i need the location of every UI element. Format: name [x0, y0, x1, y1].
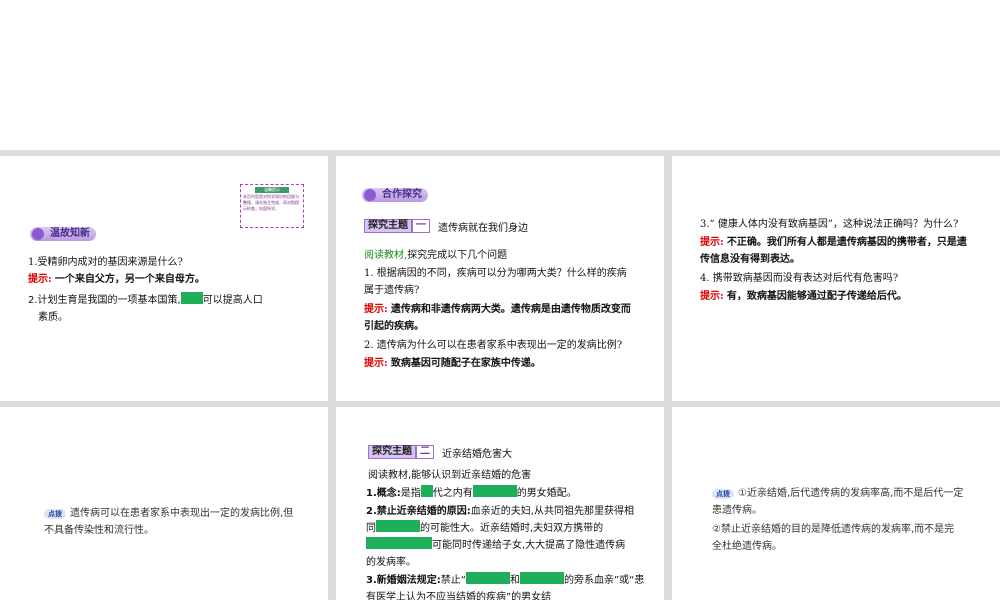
hint-label: 提示:	[700, 291, 724, 302]
topic-number: 一	[412, 219, 430, 233]
hint-1: 提示: 遗传病和非遗传病两大类。遗传病是由遗传物质改变而引起的疾病。	[364, 301, 634, 335]
tip-note-title: 温馨提示	[255, 187, 289, 193]
hint-text: 致病基因可随配子在家族中传递。	[390, 358, 541, 369]
topic-header-1: 探究主题一 遗传病就在我们身边	[364, 219, 528, 234]
tip-note-body: 本页内容是对所学知识的回顾与整理，请先独立完成，再对照提示检查，巩固所学。	[243, 194, 299, 211]
question-3: 3.“ 健康人体内没有致病基因”，这种说法正确吗？为什么?	[700, 219, 959, 230]
section-label-cooperate: 合作探究	[362, 188, 428, 202]
point-text: 遗传病可以在患者家系中表现出一定的发病比例,但不具备传染性和流行性。	[44, 508, 294, 536]
hint-3: 提示: 不正确。我们所有人都是遗传病基因的携带者，只是遗传信息没有得到表达。	[700, 234, 968, 268]
topic-title: 近亲结婚危害大	[442, 448, 512, 460]
hint-text: 不正确。我们所有人都是遗传病基因的携带者，只是遗传信息没有得到表达。	[700, 237, 967, 265]
section-label-review: 温故知新	[30, 227, 96, 241]
question-2: 2. 遗传病为什么可以在患者家系中表现出一定的发病比例?	[364, 340, 623, 351]
answer-blank	[376, 520, 420, 532]
item-text-a: 禁止“	[440, 575, 466, 586]
hint-text: 有，致病基因能够通过配子传递给后代。	[726, 291, 907, 302]
top-blank-area	[0, 0, 1000, 150]
point-badge: 点拨	[44, 509, 66, 519]
slide-thumbnail-4[interactable]: 点拨 遗传病可以在患者家系中表现出一定的发病比例,但不具备传染性和流行性。	[0, 407, 328, 600]
tip-note: 温馨提示 本页内容是对所学知识的回顾与整理，请先独立完成，再对照提示检查，巩固所…	[240, 184, 304, 228]
answer-blank	[180, 292, 203, 304]
question-2: 2.计划生育是我国的一项基本国策, 可以提高人口	[28, 292, 308, 309]
hint-text: 一个来自父方，另一个来自母方。	[54, 274, 205, 285]
hint-label: 提示:	[28, 274, 52, 285]
topic-header-2: 探究主题二 近亲结婚危害大	[368, 445, 512, 460]
topic-label: 探究主题	[368, 445, 416, 459]
answer-blank	[366, 537, 432, 549]
slide-thumbnail-grid: 温馨提示 本页内容是对所学知识的回顾与整理，请先独立完成，再对照提示检查，巩固所…	[0, 150, 1000, 600]
hint-label: 提示:	[700, 237, 724, 248]
item-text-a: 是指	[400, 488, 421, 499]
intro-text: 阅读教材,能够认识到近亲结婚的危害	[368, 470, 532, 481]
answer-blank	[519, 572, 564, 584]
item-law: 3.新婚姻法规定:禁止“ 和的旁系血亲”或“患有医学上认为不应当结婚的疾病”的男女…	[366, 572, 646, 600]
slide-thumbnail-3[interactable]: 3.“ 健康人体内没有致病基因”，这种说法正确吗？为什么? 提示: 不正确。我们…	[672, 156, 1000, 401]
section-bullet-icon	[32, 228, 44, 240]
read-text: 探究完成以下几个问题	[407, 250, 508, 261]
read-instruction: 阅读教材,探究完成以下几个问题	[364, 247, 654, 264]
q2-text-b: 可以提高人口	[202, 295, 263, 306]
question-4: 4. 携带致病基因而没有表达对后代有危害吗?	[700, 273, 899, 284]
slide-thumbnail-5[interactable]: 探究主题二 近亲结婚危害大 阅读教材,能够认识到近亲结婚的危害 1.概念:是指代…	[336, 407, 664, 600]
hint-label: 提示:	[364, 304, 388, 315]
hint-4: 提示: 有，致病基因能够通过配子传递给后代。	[700, 288, 995, 305]
answer-blank	[472, 485, 517, 497]
point-note: 点拨 遗传病可以在患者家系中表现出一定的发病比例,但不具备传染性和流行性。	[44, 505, 299, 539]
section-label-text: 温故知新	[50, 228, 90, 239]
point-badge: 点拨	[712, 489, 734, 499]
item-label: 2.禁止近亲结婚的原因:	[366, 506, 471, 517]
item-label: 3.新婚姻法规定:	[366, 575, 441, 586]
item-text-b: 和	[509, 575, 520, 586]
answer-blank	[420, 485, 433, 497]
hint-label: 提示:	[364, 358, 388, 369]
q2-text-a: 2.计划生育是我国的一项基本国策,	[28, 295, 181, 306]
point-note-1: 点拨 ①近亲结婚,后代遗传病的发病率高,而不是后代一定患遗传病。	[712, 485, 964, 519]
hint-1: 提示: 一个来自父方，另一个来自母方。	[28, 271, 318, 288]
item-text-b: 代之内有	[432, 488, 473, 499]
question-1: 1.受精卵内成对的基因来源是什么?	[28, 257, 183, 268]
answer-blank	[465, 572, 510, 584]
item-label: 1.概念:	[366, 488, 401, 499]
item-text-c: 的男女婚配。	[516, 488, 577, 499]
read-label: 阅读教材,	[364, 250, 408, 261]
point-text: ①近亲结婚,后代遗传病的发病率高,而不是后代一定患遗传病。	[712, 488, 964, 516]
section-label-text: 合作探究	[382, 189, 422, 200]
question-1: 1. 根据病因的不同，疾病可以分为哪两大类？什么样的疾病属于遗传病?	[364, 268, 627, 296]
hint-2: 提示: 致病基因可随配子在家族中传递。	[364, 355, 654, 372]
slide-thumbnail-6[interactable]: 点拨 ①近亲结婚,后代遗传病的发病率高,而不是后代一定患遗传病。 ②禁止近亲结婚的…	[672, 407, 1000, 600]
point-note-2: ②禁止近亲结婚的目的是降低遗传病的发病率,而不是完全杜绝遗传病。	[712, 524, 955, 552]
topic-label: 探究主题	[364, 219, 412, 233]
item-text-b: 的可能性大。近亲结婚时,夫妇双方携带的	[420, 523, 604, 534]
slide-thumbnail-2[interactable]: 合作探究 探究主题一 遗传病就在我们身边 阅读教材,探究完成以下几个问题 1. …	[336, 156, 664, 401]
item-reason: 2.禁止近亲结婚的原因:血亲近的夫妇,从共同祖先那里获得相同 的可能性大。近亲结婚…	[366, 503, 634, 571]
topic-title: 遗传病就在我们身边	[438, 222, 528, 234]
slide-thumbnail-1[interactable]: 温馨提示 本页内容是对所学知识的回顾与整理，请先独立完成，再对照提示检查，巩固所…	[0, 156, 328, 401]
section-bullet-icon	[364, 189, 376, 201]
hint-text: 遗传病和非遗传病两大类。遗传病是由遗传物质改变而引起的疾病。	[364, 304, 631, 332]
question-2-cont: 素质。	[38, 312, 68, 323]
topic-number: 二	[416, 445, 434, 459]
item-concept: 1.概念:是指 代之内有 的男女婚配。	[366, 485, 656, 502]
